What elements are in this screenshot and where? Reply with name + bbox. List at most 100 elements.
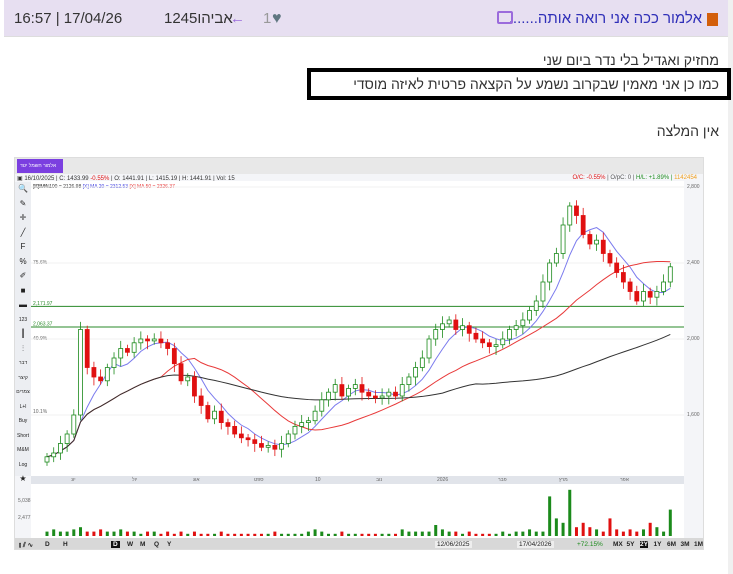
volume-bar xyxy=(420,531,424,536)
volume-bar xyxy=(159,533,163,536)
volume-bar xyxy=(333,533,337,536)
x-tick-label: אפר xyxy=(620,477,629,483)
volume-bar xyxy=(92,531,96,536)
like-count: 1 xyxy=(263,10,272,27)
volume-bar xyxy=(574,527,578,536)
candle-body xyxy=(614,262,620,273)
volume-bar xyxy=(561,522,565,536)
candle-body xyxy=(252,439,258,444)
candle-body xyxy=(352,384,358,389)
interval-w[interactable]: W xyxy=(127,541,133,548)
tool-17[interactable]: Short xyxy=(15,429,31,444)
tool-9[interactable]: 123 xyxy=(15,313,31,328)
chart-top-toolbar: אלמור חשמל יטד xyxy=(15,158,703,174)
candle-body xyxy=(58,443,63,454)
candle-body xyxy=(319,399,325,412)
volume-bar xyxy=(581,522,585,536)
candle-body xyxy=(453,319,459,330)
interval-m[interactable]: M xyxy=(140,541,145,548)
tool-7[interactable]: ■ xyxy=(15,284,31,299)
tool-12[interactable]: דבר xyxy=(15,356,31,371)
tool-11[interactable]: ⫶ xyxy=(15,342,31,357)
candle-body xyxy=(520,319,526,327)
candle-body xyxy=(607,253,613,264)
chart-tab[interactable]: אלמור חשמל יטד xyxy=(17,159,63,173)
interval-h[interactable]: H xyxy=(63,541,68,548)
tool-8[interactable]: ▬ xyxy=(15,298,31,313)
volume-bar xyxy=(152,531,156,536)
stock-chart-image[interactable]: אלמור חשמל יטד ▣ 16/10/2025 | C: 1433.99… xyxy=(14,157,704,550)
interval-y[interactable]: Y xyxy=(167,541,171,548)
volume-bar xyxy=(52,529,56,536)
tool-14[interactable]: צמרים xyxy=(15,385,31,400)
volume-bar xyxy=(615,529,619,536)
tool-3[interactable]: ╱ xyxy=(15,226,31,241)
candle-body xyxy=(500,338,506,346)
tool-15[interactable]: L+l xyxy=(15,400,31,415)
range-1Y[interactable]: 1Y xyxy=(654,541,662,548)
candle-body xyxy=(51,452,57,458)
volume-bar xyxy=(360,533,364,536)
post-title[interactable]: אלמור ככה אני רואה אותה....... xyxy=(509,10,702,27)
volume-bar xyxy=(72,529,76,536)
tool-0[interactable]: 🔍 xyxy=(15,182,31,197)
post-line-3: אין המלצה xyxy=(656,123,719,139)
date-to[interactable]: 17/04/2026 xyxy=(517,541,554,548)
candle-body xyxy=(285,433,291,444)
tool-2[interactable]: ✛ xyxy=(15,211,31,226)
heart-icon[interactable]: ♥ xyxy=(272,10,282,28)
interval-q[interactable]: Q xyxy=(154,541,159,548)
tool-6[interactable]: ✐ xyxy=(15,269,31,284)
tool-16[interactable]: Buy xyxy=(15,414,31,429)
candle-body xyxy=(44,456,50,463)
y-tick-label: 2,400 xyxy=(687,260,700,266)
tool-10[interactable]: ┃ xyxy=(15,327,31,342)
tool-4[interactable]: F xyxy=(15,240,31,255)
candle-body xyxy=(198,395,204,406)
candle-body xyxy=(158,338,164,344)
candle-body xyxy=(580,215,586,235)
candle-body xyxy=(547,262,553,283)
range-6M[interactable]: 6M xyxy=(667,541,676,548)
candle-body xyxy=(486,342,492,348)
candle-body xyxy=(259,443,264,448)
tool-19[interactable]: Log xyxy=(15,458,31,473)
tool-18[interactable]: M&M xyxy=(15,443,31,458)
interval-d[interactable]: D xyxy=(45,541,50,548)
volume-bar xyxy=(528,529,532,536)
author-name[interactable]: אביהו1245 xyxy=(164,10,233,27)
range-1M[interactable]: 1M xyxy=(694,541,703,548)
candle-body xyxy=(567,205,573,226)
range-3M[interactable]: 3M xyxy=(681,541,690,548)
volume-bar xyxy=(514,531,518,536)
date-from[interactable]: 12/06/2025 xyxy=(435,541,472,548)
x-tick-label: ספט xyxy=(254,477,264,483)
level-label: 2,063.37 xyxy=(33,322,53,328)
tool-13[interactable]: קיצר xyxy=(15,371,31,386)
candle-body xyxy=(393,391,398,397)
range-MX[interactable]: MX xyxy=(613,541,623,548)
volume-bar xyxy=(595,529,599,536)
candle-body xyxy=(527,310,532,321)
volume-bar xyxy=(219,531,223,536)
candle-body xyxy=(386,391,392,397)
range-5Y[interactable]: 5Y xyxy=(627,541,635,548)
volume-bar xyxy=(45,531,49,536)
price-svg: 2,171.97 2,063.37 xyxy=(31,186,684,466)
candle-body xyxy=(326,391,331,401)
candle-body xyxy=(245,437,251,441)
tool-1[interactable]: ✎ xyxy=(15,197,31,212)
volume-bar xyxy=(662,531,666,536)
interval-d-active[interactable]: D xyxy=(111,541,120,548)
volume-bar xyxy=(125,531,129,536)
candles-icon[interactable]: ⫾ ⫽ ∿ xyxy=(19,541,33,549)
volume-bar xyxy=(326,533,330,536)
tool-5[interactable]: % xyxy=(15,255,31,270)
volume-bar xyxy=(487,533,491,536)
range-2Y[interactable]: 2Y xyxy=(640,541,648,548)
x-tick-label: פבר xyxy=(498,477,507,483)
volume-bar xyxy=(655,527,659,536)
candle-body xyxy=(299,422,305,427)
level-label: 2,171.97 xyxy=(33,301,53,307)
tool-20[interactable]: ★ xyxy=(15,472,31,487)
